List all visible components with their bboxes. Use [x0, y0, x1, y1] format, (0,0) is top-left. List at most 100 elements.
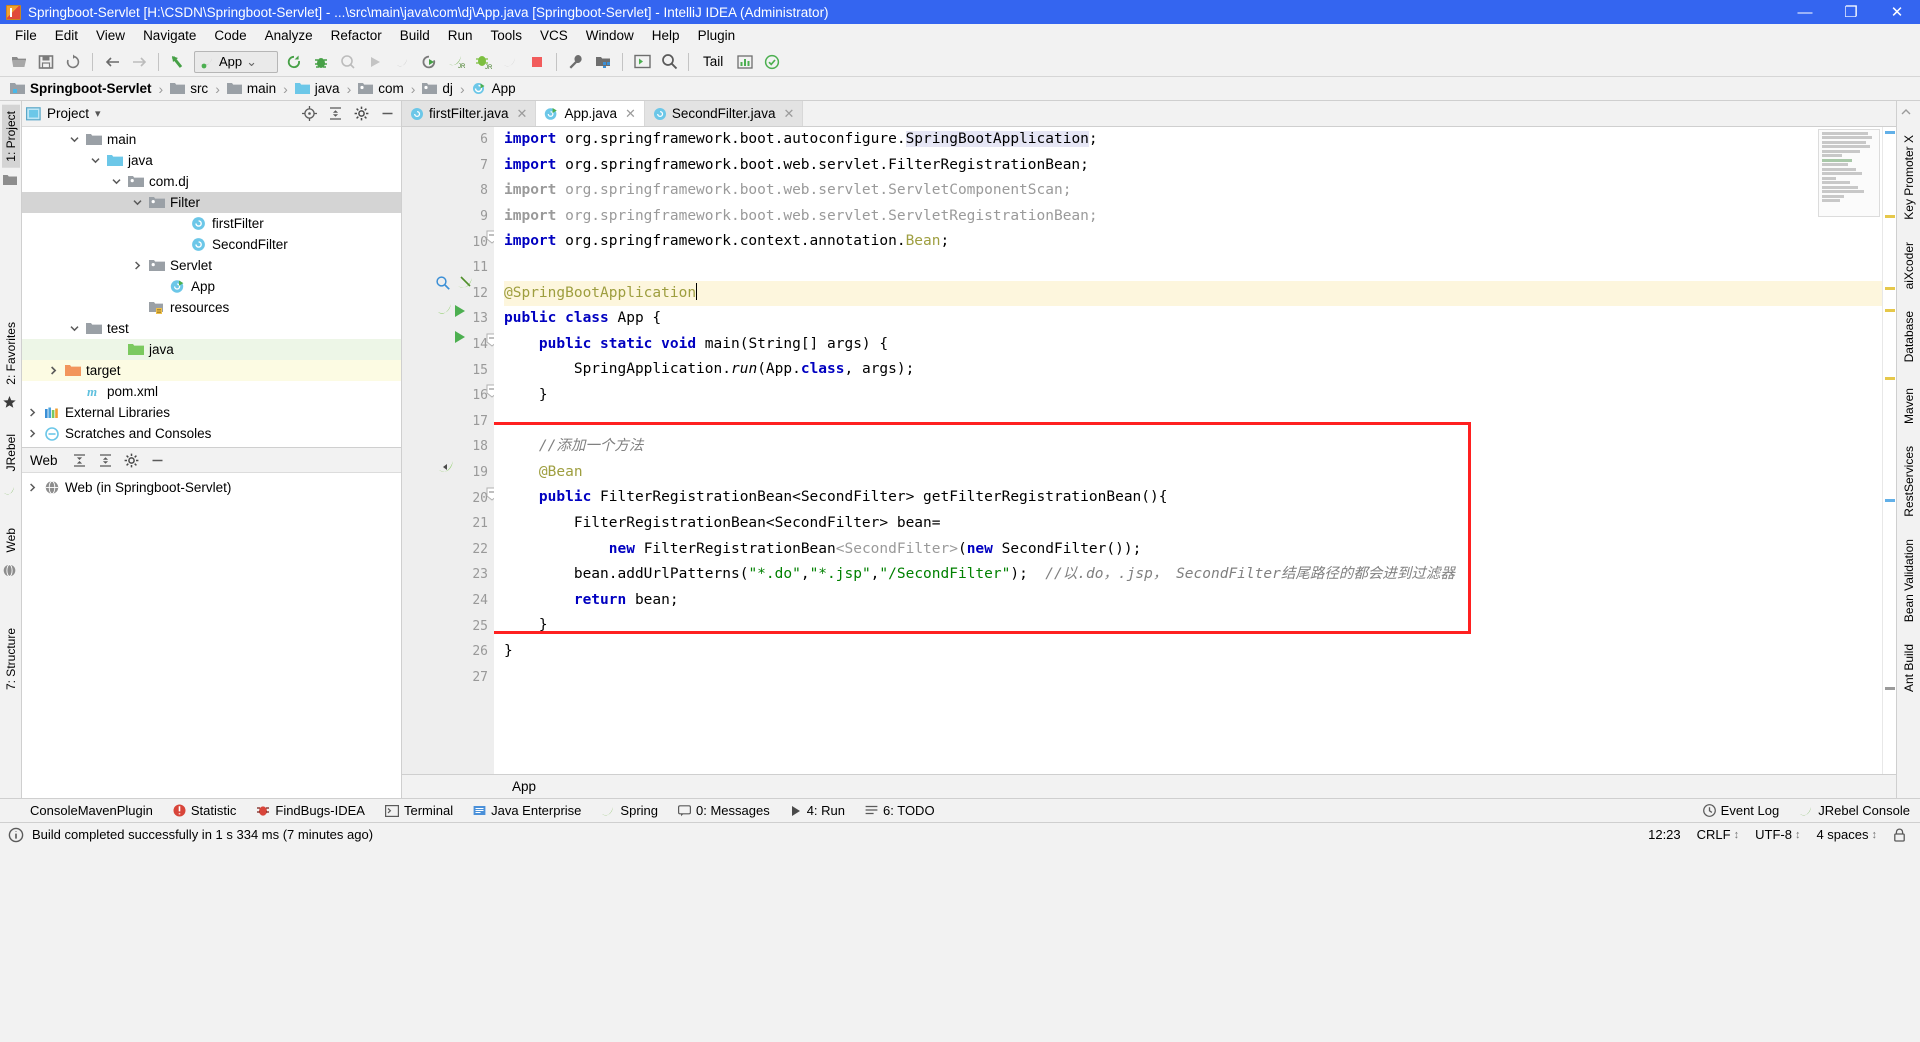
breadcrumb[interactable]: Springboot-Servlet › src › main › java ›…	[0, 77, 1920, 101]
debug-icon[interactable]	[308, 50, 334, 74]
code-line[interactable]	[504, 409, 1882, 435]
tree-row-filter[interactable]: Filter	[22, 192, 401, 213]
twisty-expanded[interactable]	[64, 129, 85, 150]
toolwindow-run[interactable]: 4: Run	[780, 799, 855, 823]
search-everywhere-icon[interactable]	[656, 50, 682, 74]
chevron-updown-icon[interactable]: ↕	[1795, 829, 1801, 841]
code-line[interactable]: import org.springframework.boot.web.serv…	[504, 153, 1882, 179]
chevron-updown-icon[interactable]: ↕	[1734, 829, 1740, 841]
update-check-icon[interactable]	[759, 50, 785, 74]
sidebar-item-favorites[interactable]: 2: Favorites	[2, 316, 20, 391]
code-line[interactable]: @SpringBootApplication	[504, 280, 1882, 307]
save-all-icon[interactable]	[33, 50, 59, 74]
status-bar[interactable]: Build completed successfully in 1 s 334 …	[0, 822, 1920, 846]
breadcrumb-item-src[interactable]: src	[168, 81, 210, 96]
menu-item-file[interactable]: File	[6, 26, 46, 45]
tree-row-firstfilter[interactable]: firstFilter	[22, 213, 401, 234]
collapse-all-icon[interactable]	[96, 450, 116, 470]
toolwindow-spring[interactable]: Spring	[591, 799, 668, 823]
menu-item-run[interactable]: Run	[439, 26, 482, 45]
back-arrow-icon[interactable]	[99, 50, 125, 74]
close-icon[interactable]: ✕	[517, 106, 528, 122]
statistics-chart-icon[interactable]	[732, 50, 758, 74]
marker[interactable]	[1885, 215, 1895, 218]
toolwindow-terminal[interactable]: Terminal	[375, 799, 463, 823]
undo-arrow-icon[interactable]	[165, 50, 191, 74]
menu-item-window[interactable]: Window	[577, 26, 643, 45]
menu-item-build[interactable]: Build	[391, 26, 439, 45]
sidebar-item-web[interactable]: Web	[2, 522, 20, 558]
bean-gutter-icon[interactable]	[437, 457, 455, 475]
gutter-line-number[interactable]: 6	[402, 127, 494, 153]
spring-bean-gutter-icon[interactable]	[457, 274, 475, 292]
settings-gear-icon[interactable]	[351, 104, 371, 124]
gutter-line-number[interactable]: 18	[402, 434, 494, 460]
code-line[interactable]	[504, 664, 1882, 690]
gutter-line-number[interactable]: 16	[402, 383, 494, 409]
twisty-collapsed[interactable]	[43, 360, 64, 381]
chevron-down-icon[interactable]: ▾	[95, 107, 101, 120]
code-line[interactable]: public static void main(String[] args) {	[504, 332, 1882, 358]
menu-bar[interactable]: File Edit View Navigate Code Analyze Ref…	[0, 24, 1920, 47]
code-line[interactable]: import org.springframework.context.annot…	[504, 229, 1882, 255]
tree-row-java-main[interactable]: java	[22, 150, 401, 171]
twisty-expanded[interactable]	[127, 192, 148, 213]
gutter-line-number[interactable]: 22	[402, 537, 494, 563]
tree-row-secondfilter[interactable]: SecondFilter	[22, 234, 401, 255]
menu-item-code[interactable]: Code	[205, 26, 255, 45]
code-line[interactable]: FilterRegistrationBean<SecondFilter> bea…	[504, 511, 1882, 537]
gutter-line-number[interactable]: 9	[402, 204, 494, 230]
editor-tab-secondfilter[interactable]: SecondFilter.java ✕	[644, 101, 804, 126]
tool-window-bar[interactable]: ConsoleMavenPlugin Statistic FindBugs-ID…	[0, 798, 1920, 822]
jrebel-grey-icon[interactable]	[497, 50, 523, 74]
jrebel-run-icon[interactable]: JR	[443, 50, 469, 74]
run-gutter-icon[interactable]	[452, 303, 468, 319]
tree-row-test[interactable]: test	[22, 318, 401, 339]
breadcrumb-item-main[interactable]: main	[225, 81, 278, 96]
gutter-line-number[interactable]: 27	[402, 664, 494, 690]
close-button[interactable]: ✕	[1874, 0, 1920, 24]
run-with-coverage-icon[interactable]	[416, 50, 442, 74]
sidebar-item-bean-validation[interactable]: Bean Validation	[1900, 533, 1918, 628]
chevron-down-icon[interactable]: ⌄	[246, 54, 257, 70]
breadcrumb-item-com[interactable]: com	[356, 81, 406, 96]
twisty-expanded[interactable]	[106, 171, 127, 192]
sidebar-item-project[interactable]: 1: Project	[1, 105, 20, 168]
breadcrumb-item-dj[interactable]: dj	[420, 81, 455, 96]
locate-icon[interactable]	[299, 104, 319, 124]
code-line[interactable]: SpringApplication.run(App.class, args);	[504, 357, 1882, 383]
breadcrumb-item-module[interactable]: Springboot-Servlet	[8, 81, 154, 96]
code-line[interactable]: @Bean	[504, 460, 1882, 486]
editor-body[interactable]: 6 7 8 9 10 11 12 13 14 15 16 17 18 19 20 21 22 23 24 25 26 27…	[402, 127, 1896, 774]
tree-row-com-dj[interactable]: com.dj	[22, 171, 401, 192]
code-line[interactable]: }	[504, 639, 1882, 665]
main-toolbar[interactable]: App ⌄ JR JR Tail	[0, 47, 1920, 77]
marker[interactable]	[1885, 377, 1895, 380]
menu-item-tools[interactable]: Tools	[482, 26, 532, 45]
sidebar-item-key-promoter[interactable]: Key Promoter X	[1900, 129, 1918, 226]
gutter-line-number[interactable]: 17	[402, 409, 494, 435]
code-line[interactable]: import org.springframework.boot.web.serv…	[504, 178, 1882, 204]
status-line-separator[interactable]: CRLF ↕	[1697, 827, 1739, 842]
editor-minimap[interactable]	[1818, 129, 1880, 217]
marker[interactable]	[1885, 309, 1895, 312]
tree-row-pom-xml[interactable]: m pom.xml	[22, 381, 401, 402]
code-line[interactable]: import org.springframework.boot.web.serv…	[504, 204, 1882, 230]
code-line[interactable]: bean.addUrlPatterns("*.do","*.jsp","/Sec…	[504, 562, 1882, 588]
toolwindow-console-maven-plugin[interactable]: ConsoleMavenPlugin	[20, 799, 163, 823]
menu-item-refactor[interactable]: Refactor	[322, 26, 391, 45]
menu-item-edit[interactable]: Edit	[46, 26, 87, 45]
tree-row-app[interactable]: App	[22, 276, 401, 297]
star-icon[interactable]	[2, 396, 19, 412]
settings-wrench-icon[interactable]	[563, 50, 589, 74]
run-method-gutter-icon[interactable]	[452, 329, 468, 345]
hide-icon[interactable]	[148, 450, 168, 470]
sidebar-item-maven[interactable]: Maven	[1900, 382, 1918, 430]
code-line[interactable]: new FilterRegistrationBean<SecondFilter>…	[504, 537, 1882, 563]
jrebel-rail-icon[interactable]	[3, 484, 19, 500]
gutter-line-number[interactable]: 24	[402, 588, 494, 614]
toolwindow-event-log[interactable]: Event Log	[1693, 799, 1790, 823]
tree-row-resources[interactable]: resources	[22, 297, 401, 318]
editor-tab-app[interactable]: App.java ✕	[536, 101, 645, 126]
gutter-line-number[interactable]: 8	[402, 178, 494, 204]
